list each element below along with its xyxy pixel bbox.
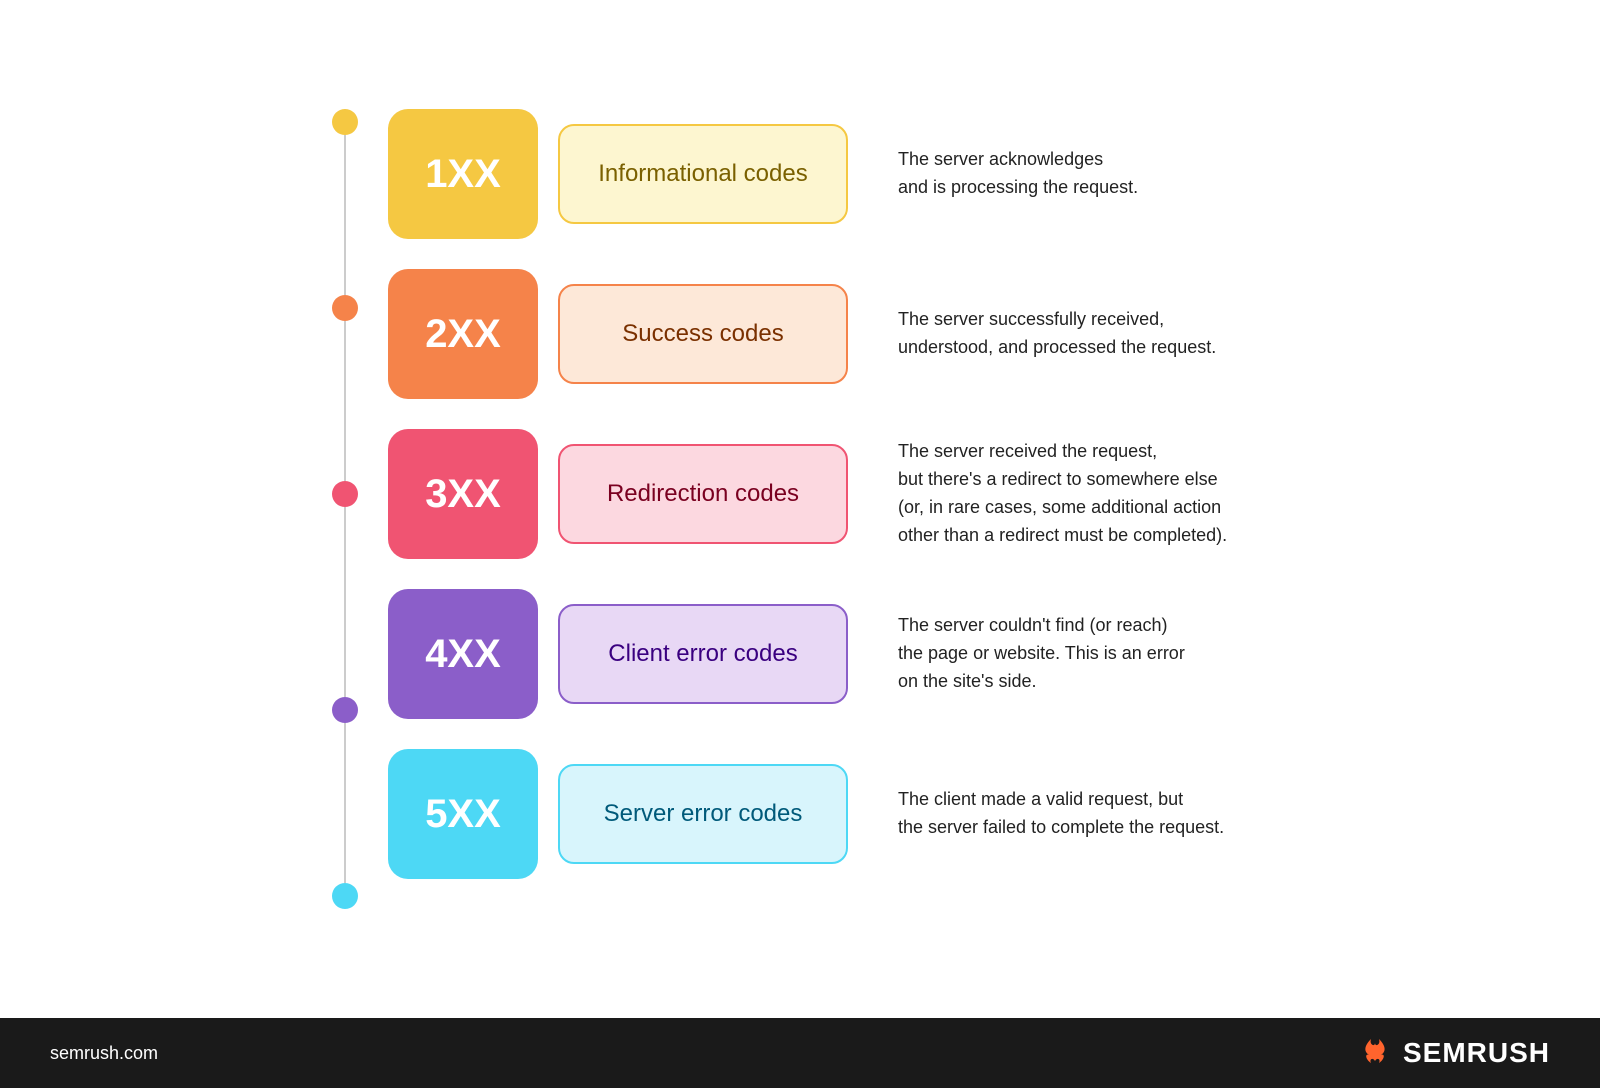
timeline-dot-3xx bbox=[332, 481, 358, 507]
row-4xx: 4XXClient error codesThe server couldn't… bbox=[388, 589, 1268, 719]
footer-url: semrush.com bbox=[50, 1043, 158, 1064]
description-2xx: The server successfully received, unders… bbox=[868, 306, 1268, 362]
label-box-3xx: Redirection codes bbox=[558, 444, 848, 544]
footer: semrush.com SEMRUSH bbox=[0, 1018, 1600, 1088]
row-2xx: 2XXSuccess codes The server successfully … bbox=[388, 269, 1268, 399]
timeline-dot-4xx bbox=[332, 697, 358, 723]
label-box-5xx: Server error codes bbox=[558, 764, 848, 864]
timeline bbox=[332, 109, 358, 909]
diagram: 1XXInformational codes The server acknowl… bbox=[332, 109, 1268, 909]
main-content: 1XXInformational codes The server acknowl… bbox=[0, 0, 1600, 1018]
code-box-2xx: 2XX bbox=[388, 269, 538, 399]
description-3xx: The server received the request, but the… bbox=[868, 438, 1268, 550]
code-box-3xx: 3XX bbox=[388, 429, 538, 559]
description-5xx: The client made a valid request, but the… bbox=[868, 786, 1268, 842]
row-5xx: 5XXServer error codes The client made a v… bbox=[388, 749, 1268, 879]
label-box-1xx: Informational codes bbox=[558, 124, 848, 224]
timeline-dot-2xx bbox=[332, 295, 358, 321]
description-4xx: The server couldn't find (or reach) the … bbox=[868, 612, 1268, 696]
description-1xx: The server acknowledges and is processin… bbox=[868, 146, 1268, 202]
code-box-1xx: 1XX bbox=[388, 109, 538, 239]
row-1xx: 1XXInformational codes The server acknowl… bbox=[388, 109, 1268, 239]
footer-brand: SEMRUSH bbox=[1403, 1037, 1550, 1069]
code-box-5xx: 5XX bbox=[388, 749, 538, 879]
row-3xx: 3XXRedirection codesThe server received … bbox=[388, 429, 1268, 559]
code-box-4xx: 4XX bbox=[388, 589, 538, 719]
rows-container: 1XXInformational codes The server acknowl… bbox=[388, 109, 1268, 909]
semrush-icon bbox=[1357, 1035, 1393, 1071]
timeline-dot-5xx bbox=[332, 883, 358, 909]
label-box-4xx: Client error codes bbox=[558, 604, 848, 704]
label-box-2xx: Success codes bbox=[558, 284, 848, 384]
footer-logo: SEMRUSH bbox=[1357, 1035, 1550, 1071]
timeline-dot-1xx bbox=[332, 109, 358, 135]
